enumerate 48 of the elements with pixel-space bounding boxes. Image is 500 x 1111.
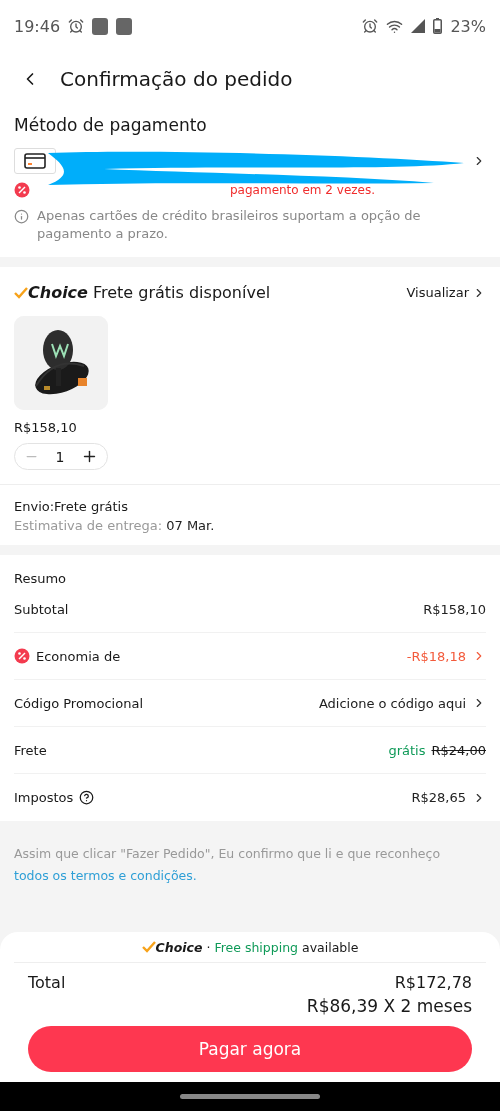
summary-value: R$158,10 — [423, 601, 486, 617]
total-value: R$172,78 — [394, 973, 472, 992]
help-icon[interactable] — [79, 790, 95, 805]
info-text: Apenas cartões de crédito brasileiros suportam a opção de pagamento a prazo. — [37, 207, 422, 243]
check-icon — [14, 286, 28, 299]
choice-label: Choice — [28, 283, 88, 302]
card-icon — [14, 148, 56, 174]
notification-icon — [116, 17, 133, 35]
choice-label: Choice — [155, 939, 203, 955]
estimate-label: Estimativa de entrega: — [14, 518, 163, 533]
view-link[interactable]: Visualizar — [406, 285, 486, 300]
percent-badge-icon — [14, 648, 30, 664]
total-label: Total — [28, 973, 66, 992]
summary-label: Economia de — [36, 648, 121, 664]
free-shipping-text: Free shipping — [214, 939, 298, 955]
installment-note: pagamento em 2 vezes. — [230, 183, 376, 197]
installment-value: R$86,39 X 2 meses — [305, 995, 473, 1016]
battery-percent: 23% — [450, 16, 486, 36]
notification-icon — [92, 17, 109, 35]
battery-icon — [433, 18, 443, 34]
page-title: Confirmação do pedido — [60, 66, 293, 91]
summary-value[interactable]: R$28,65 — [411, 790, 466, 805]
shipping-method: Envio:Frete grátis — [14, 499, 129, 514]
summary-label: Frete — [14, 742, 47, 758]
signal-icon — [411, 19, 426, 33]
available-text: available — [302, 939, 359, 955]
alarm-icon — [68, 18, 85, 34]
shipping-title: Frete grátis disponível — [92, 283, 271, 302]
info-icon — [14, 209, 29, 224]
terms-text: Assim que clicar "Fazer Pedido", Eu confirmo que li e que reconheço todos os termos e condições. — [13, 845, 442, 885]
summary-label: Subtotal — [14, 601, 69, 617]
alarm-icon — [362, 18, 379, 34]
section-title: Resumo — [14, 571, 68, 586]
summary-value[interactable]: Adicione o código aqui — [318, 695, 466, 711]
old-price: R$24,00 — [431, 742, 486, 758]
pay-now-button[interactable]: Pagar agora — [28, 1026, 472, 1072]
summary-label: Código Promocional — [14, 695, 143, 711]
clock-time: 19:46 — [14, 16, 61, 36]
home-handle[interactable] — [180, 1094, 320, 1099]
separator-dot: · — [206, 939, 211, 955]
check-icon — [141, 941, 156, 953]
quantity-value: 1 — [55, 448, 65, 465]
section-title: Método de pagamento — [14, 115, 208, 135]
summary-label: Impostos — [14, 790, 74, 805]
summary-value: grátis — [388, 742, 426, 758]
percent-badge-icon — [14, 182, 30, 198]
estimate-date: 07 Mar. — [166, 518, 215, 533]
product-price: R$158,10 — [14, 420, 78, 435]
